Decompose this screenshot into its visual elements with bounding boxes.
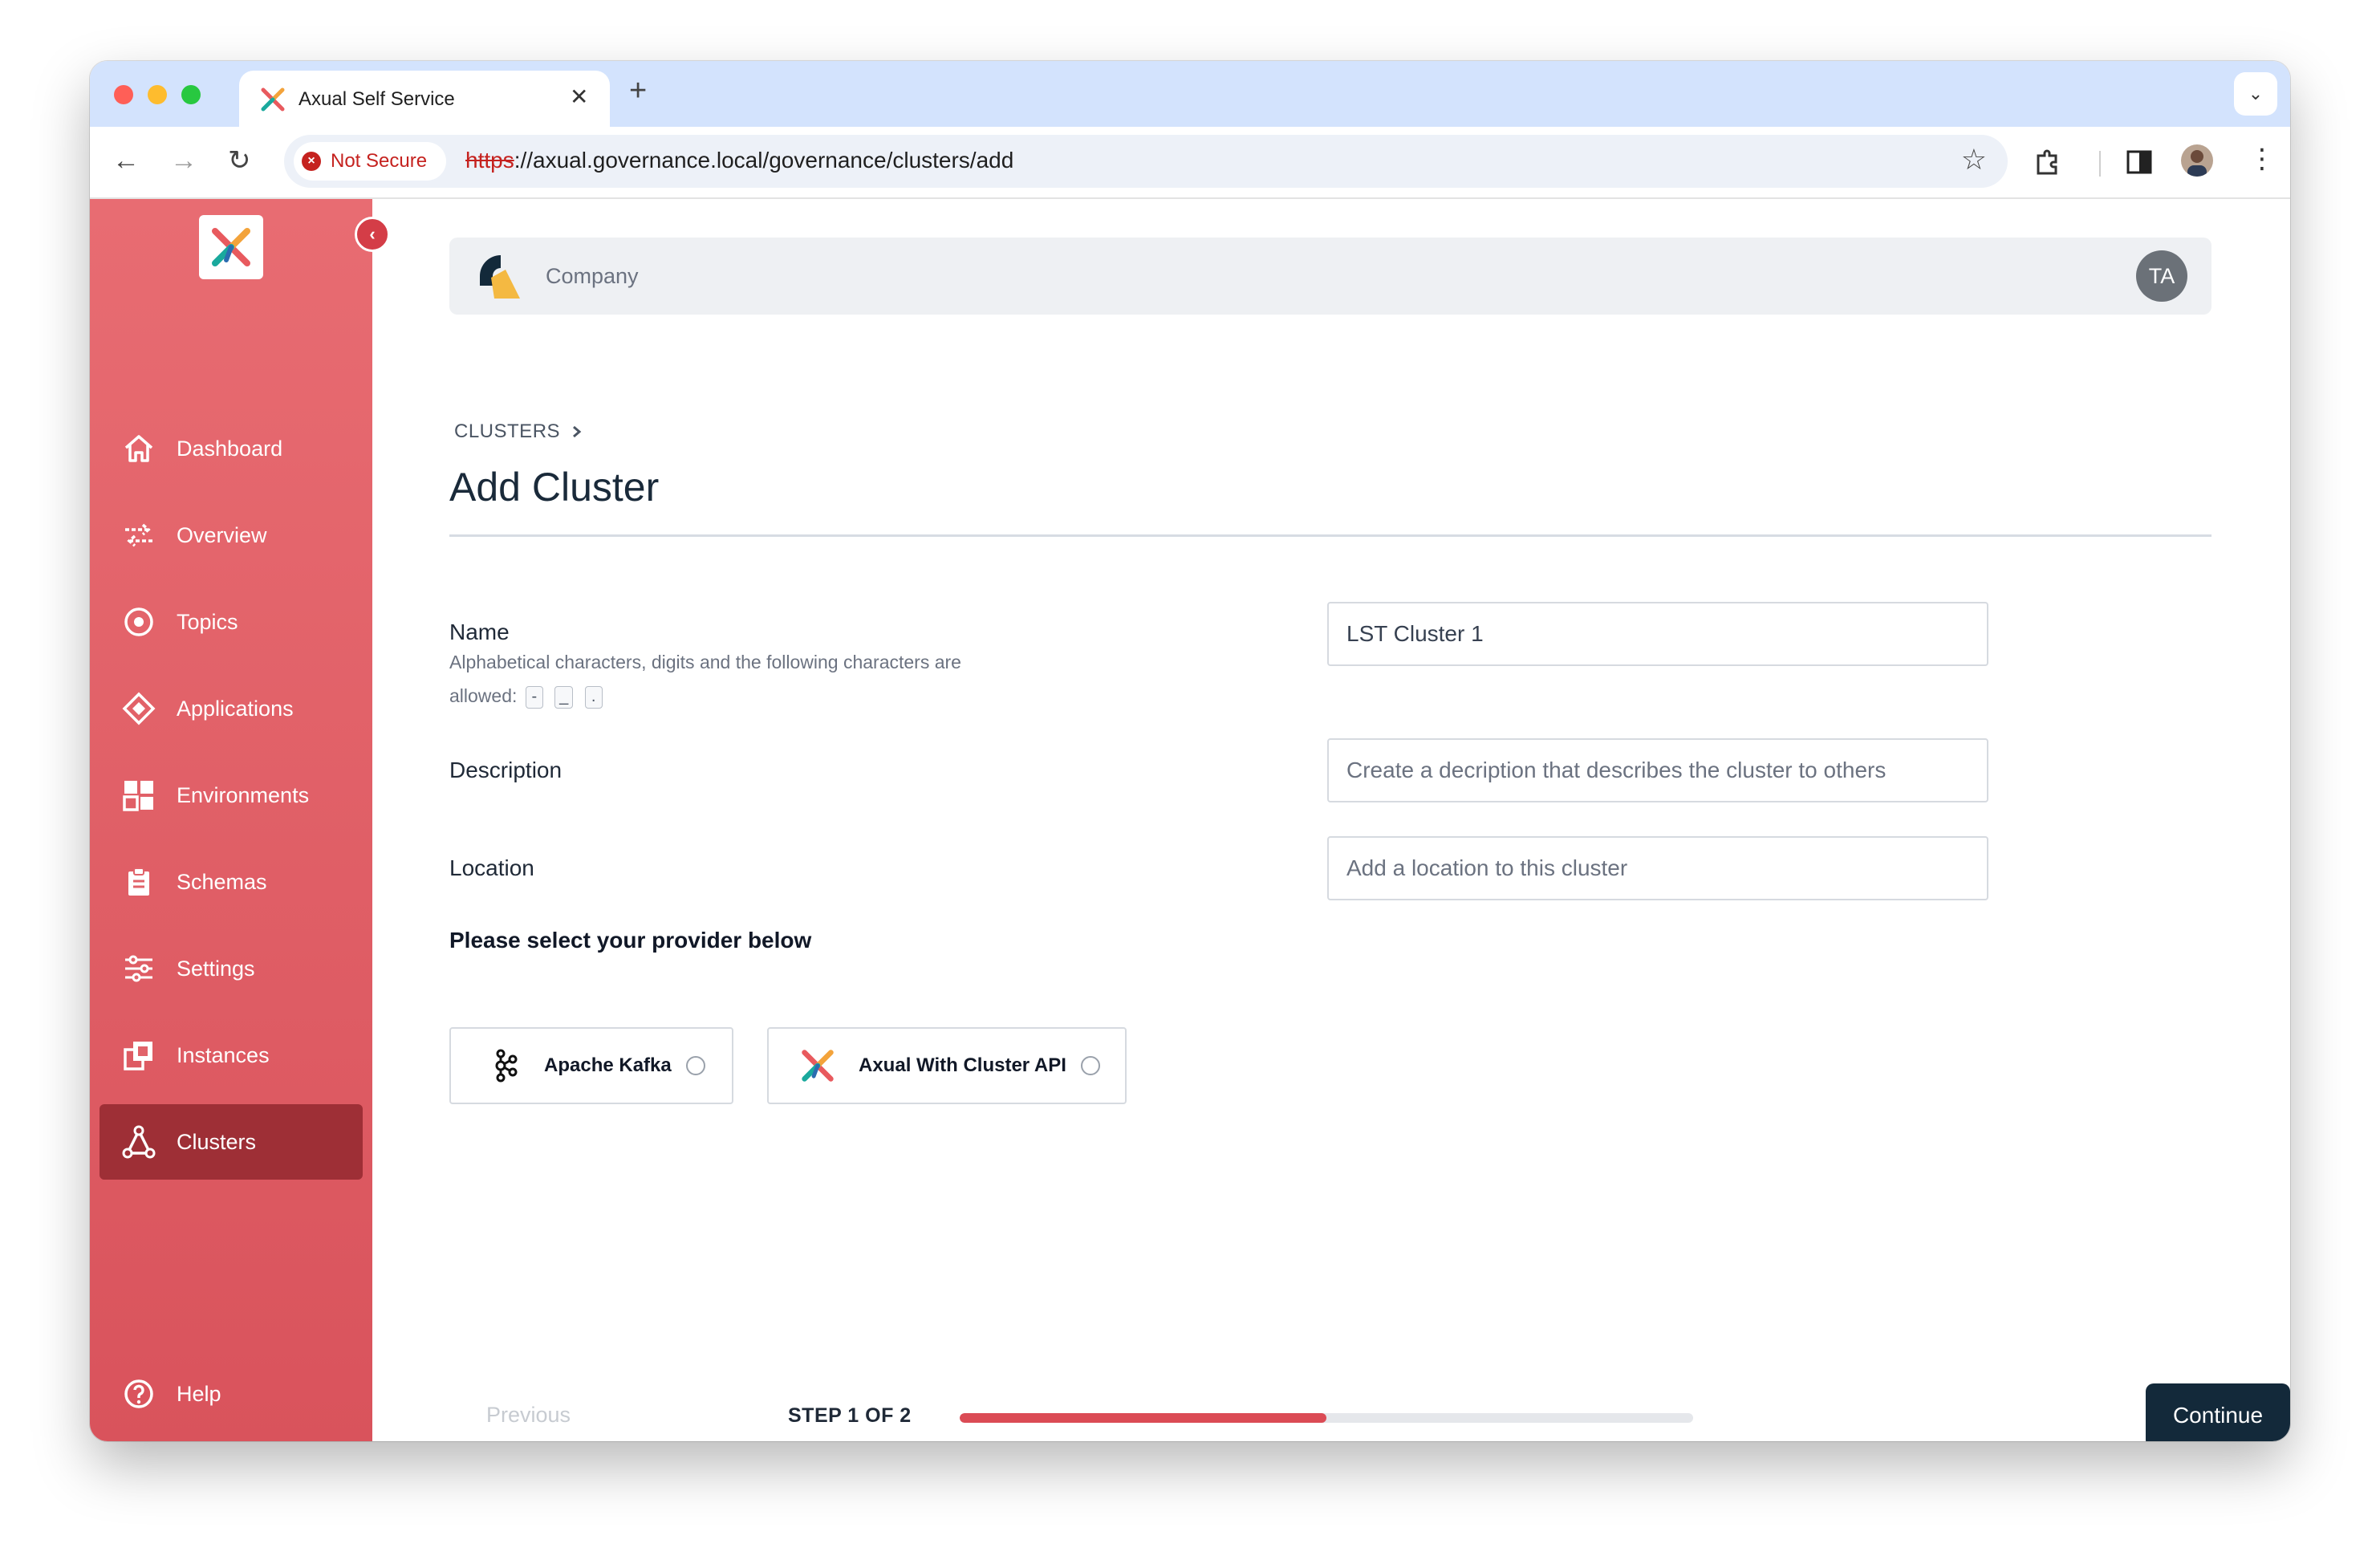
allowed-char-hyphen: - [525, 685, 543, 709]
arrows-exchange-icon [120, 517, 157, 554]
more-vertical-icon[interactable]: ⋮ [2248, 143, 2276, 175]
cluster-icon [120, 1123, 157, 1160]
provider-option-axual-cluster-api[interactable]: Axual With Cluster API [767, 1027, 1127, 1104]
profile-avatar[interactable] [2181, 144, 2213, 177]
browser-tab[interactable]: Axual Self Service ✕ [239, 71, 610, 128]
target-icon [120, 603, 157, 640]
sidebar-item-label: Instances [177, 1042, 270, 1067]
sidebar-item-topics[interactable]: Topics [100, 584, 363, 660]
provider-label: Axual With Cluster API [859, 1054, 1066, 1076]
new-tab-icon[interactable]: + [629, 74, 647, 108]
sidebar-item-label: Environments [177, 782, 310, 807]
step-indicator: STEP 1 OF 2 [788, 1404, 912, 1427]
step-progress-bar [960, 1413, 1693, 1423]
url-text[interactable]: https://axual.governance.local/governanc… [465, 148, 1013, 173]
provider-label: Apache Kafka [544, 1054, 672, 1076]
name-label: Name [449, 620, 510, 644]
tab-close-icon[interactable]: ✕ [570, 83, 588, 110]
sidebar-help-label: Help [177, 1381, 221, 1406]
security-chip[interactable]: × Not Secure [294, 142, 446, 181]
grid-icon [120, 777, 157, 814]
tab-search-chevron-icon[interactable]: ⌄ [2234, 72, 2277, 116]
location-input[interactable] [1327, 836, 1988, 900]
sidebar-item-label: Applications [177, 696, 294, 721]
user-avatar[interactable]: TA [2136, 250, 2187, 302]
url-scheme: https [465, 148, 514, 173]
sidebar-item-label: Clusters [177, 1129, 257, 1154]
app-logo[interactable] [199, 215, 263, 279]
home-icon [120, 430, 157, 467]
address-bar[interactable]: × Not Secure https://axual.governance.lo… [284, 135, 2008, 188]
help-circle-icon [120, 1375, 157, 1412]
description-label: Description [449, 758, 563, 782]
profile-person-icon [2187, 150, 2207, 177]
toolbar-divider [2099, 151, 2101, 177]
diamond-icon [120, 690, 157, 727]
sidebar: Dashboard Overview Topics Applications E [90, 199, 372, 1441]
chevron-right-icon [573, 425, 582, 438]
allowed-char-underscore: _ [554, 685, 574, 709]
browser-toolbar: ← → ↻ × Not Secure https://axual.governa… [90, 127, 2290, 199]
instances-icon [120, 1037, 157, 1074]
back-arrow-icon[interactable]: ← [112, 146, 140, 175]
provider-radio-axual-cluster-api[interactable] [1080, 1056, 1100, 1075]
sidebar-item-schemas[interactable]: Schemas [100, 844, 363, 920]
page-title: Add Cluster [449, 465, 660, 510]
sidebar-item-applications[interactable]: Applications [100, 671, 363, 746]
sidebar-collapse-chevron-icon[interactable]: ‹ [355, 217, 390, 252]
company-name: Company [546, 264, 639, 288]
sidebar-item-label: Overview [177, 522, 267, 547]
clipboard-icon [120, 863, 157, 900]
title-divider [449, 534, 2211, 537]
sidebar-item-overview[interactable]: Overview [100, 498, 363, 573]
allowed-char-dot: . [584, 685, 603, 709]
axual-logo-icon [212, 228, 250, 266]
name-input[interactable] [1327, 602, 1988, 666]
sliders-icon [120, 950, 157, 987]
sidebar-item-settings[interactable]: Settings [100, 931, 363, 1006]
continue-button[interactable]: Continue [2146, 1383, 2290, 1441]
kafka-icon [486, 1047, 523, 1084]
reload-icon[interactable]: ↻ [228, 146, 251, 175]
sidebar-item-label: Schemas [177, 869, 267, 894]
provider-section-title: Please select your provider below [449, 928, 812, 953]
bookmark-star-icon[interactable]: ☆ [1961, 143, 1987, 177]
axual-logo-icon [799, 1047, 836, 1084]
minimize-window-button[interactable] [148, 85, 167, 104]
provider-radio-apache-kafka[interactable] [685, 1056, 705, 1075]
sidebar-item-label: Settings [177, 956, 255, 981]
location-label: Location [449, 855, 534, 880]
sidebar-item-dashboard[interactable]: Dashboard [100, 411, 363, 486]
step-progress-fill [960, 1413, 1326, 1423]
description-input[interactable] [1327, 738, 1988, 802]
tab-bar: Axual Self Service ✕ + ⌄ [90, 61, 2290, 128]
axual-favicon-icon [261, 87, 285, 112]
side-panel-icon[interactable] [2125, 148, 2154, 177]
sidebar-item-instances[interactable]: Instances [100, 1018, 363, 1093]
extensions-puzzle-icon[interactable] [2032, 146, 2064, 178]
forward-arrow-icon[interactable]: → [170, 146, 197, 175]
top-header: Company TA [449, 238, 2211, 315]
tab-title: Axual Self Service [299, 88, 455, 110]
sidebar-item-clusters[interactable]: Clusters [100, 1104, 363, 1180]
provider-option-apache-kafka[interactable]: Apache Kafka [449, 1027, 733, 1104]
browser-window: Axual Self Service ✕ + ⌄ ← → ↻ × Not Sec… [90, 61, 2290, 1441]
company-logo[interactable] [473, 250, 525, 302]
url-path: ://axual.governance.local/governance/clu… [514, 148, 1014, 173]
main-content: Company TA CLUSTERS Add Cluster Name Alp… [372, 199, 2290, 1441]
close-window-button[interactable] [114, 85, 133, 104]
breadcrumb: CLUSTERS [454, 420, 583, 443]
name-help-text: Alphabetical characters, digits and the … [449, 645, 1027, 713]
not-secure-icon: × [302, 152, 321, 171]
sidebar-item-label: Dashboard [177, 436, 283, 461]
sidebar-item-help[interactable]: Help [100, 1356, 363, 1432]
security-label: Not Secure [331, 150, 428, 172]
sidebar-item-label: Topics [177, 609, 238, 634]
maximize-window-button[interactable] [181, 85, 201, 104]
previous-button[interactable]: Previous [486, 1403, 571, 1428]
sidebar-item-environments[interactable]: Environments [100, 758, 363, 833]
breadcrumb-clusters-link[interactable]: CLUSTERS [454, 420, 560, 443]
